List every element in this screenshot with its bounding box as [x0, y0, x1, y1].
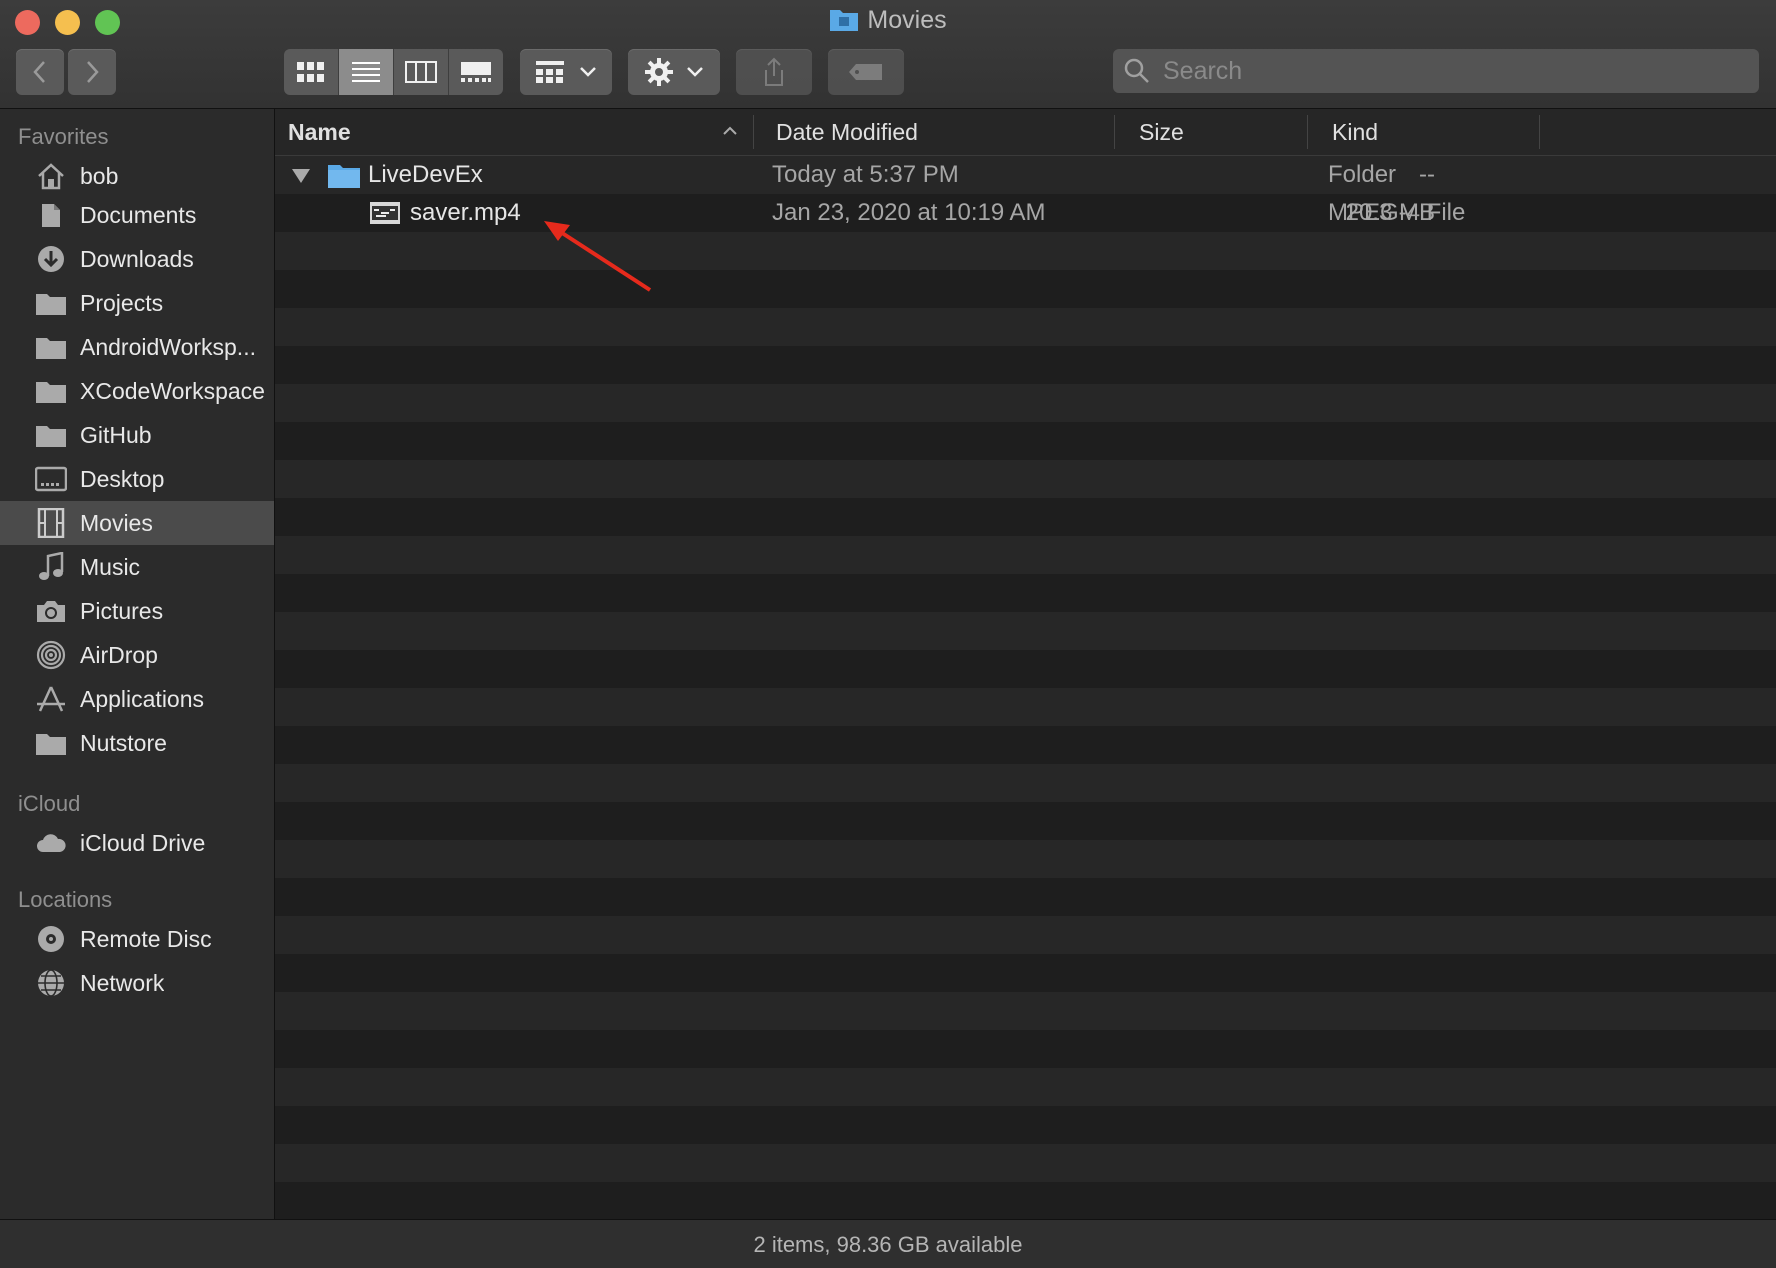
title-toolbar: Movies: [0, 0, 1776, 109]
file-date: Today at 5:37 PM: [772, 161, 959, 188]
file-kind: MPEG-4 File: [1328, 199, 1466, 226]
back-button[interactable]: [16, 49, 64, 95]
share-icon: [765, 57, 783, 86]
cloud-icon: [34, 826, 68, 860]
video-thumbnail-icon: [370, 202, 400, 224]
column-header-row: Name Date Modified Size Kind: [275, 109, 1776, 156]
downloads-icon: [34, 242, 68, 276]
file-list: Name Date Modified Size Kind LiveDevEx T…: [275, 109, 1776, 1219]
sidebar-item-nutstore[interactable]: Nutstore: [0, 721, 274, 765]
sidebar-item-pictures[interactable]: Pictures: [0, 589, 274, 633]
applications-icon: [34, 682, 68, 716]
sidebar-item-icloud-drive[interactable]: iCloud Drive: [0, 821, 274, 865]
chevron-down-icon: [687, 67, 703, 77]
status-bar: 2 items, 98.36 GB available: [0, 1219, 1776, 1268]
file-kind: Folder: [1328, 161, 1397, 188]
search-input[interactable]: [1161, 55, 1745, 87]
column-header-name[interactable]: Name: [288, 109, 351, 155]
sidebar-item-documents[interactable]: Documents: [0, 193, 274, 237]
sidebar-item-remote-disc[interactable]: Remote Disc: [0, 917, 274, 961]
music-icon: [34, 550, 68, 584]
column-header-date[interactable]: Date Modified: [776, 109, 918, 155]
documents-icon: [34, 198, 68, 232]
folder-icon: [34, 418, 68, 452]
folder-icon: [328, 165, 360, 188]
network-icon: [34, 966, 68, 1000]
column-divider[interactable]: [1307, 115, 1308, 149]
sidebar-section-locations: Locations: [18, 887, 113, 912]
column-divider[interactable]: [1539, 115, 1540, 149]
column-header-size[interactable]: Size: [1139, 109, 1184, 155]
list-view-button[interactable]: [339, 49, 394, 95]
sidebar-item-projects[interactable]: Projects: [0, 281, 274, 325]
icon-view-button[interactable]: [284, 49, 339, 95]
view-mode-control: [284, 49, 503, 95]
annotation-arrow-icon: [544, 221, 652, 292]
tag-icon: [849, 64, 882, 80]
action-menu-button[interactable]: [628, 49, 720, 95]
folder-icon: [34, 726, 68, 760]
chevron-left-icon: [33, 61, 45, 83]
home-icon: [34, 159, 68, 193]
chevron-down-icon: [580, 67, 596, 77]
gallery-icon: [461, 62, 491, 82]
icon-grid-icon: [297, 62, 324, 82]
sidebar-item-github[interactable]: GitHub: [0, 413, 274, 457]
sidebar-item-movies[interactable]: Movies: [0, 501, 274, 545]
share-button[interactable]: [736, 49, 812, 95]
column-view-button[interactable]: [394, 49, 449, 95]
group-by-button[interactable]: [520, 49, 612, 95]
folder-icon: [34, 286, 68, 320]
group-grid-icon: [536, 61, 564, 83]
sidebar-section-favorites: Favorites: [18, 124, 109, 149]
window-title-text: Movies: [867, 6, 947, 34]
camera-icon: [34, 594, 68, 628]
sidebar: Favorites bob Documents Downloads Projec…: [0, 109, 275, 1219]
search-field[interactable]: [1113, 49, 1759, 93]
file-name: LiveDevEx: [368, 161, 483, 188]
table-row-saver[interactable]: saver.mp4 Jan 23, 2020 at 10:19 AM 20.3 …: [275, 194, 1776, 232]
column-divider[interactable]: [753, 115, 754, 149]
table-row-livedevex[interactable]: LiveDevEx Today at 5:37 PM -- Folder: [275, 156, 1776, 194]
sort-ascending-icon[interactable]: [722, 126, 738, 136]
sidebar-item-xcodeworkspace[interactable]: XCodeWorkspace: [0, 369, 274, 413]
column-header-kind[interactable]: Kind: [1332, 109, 1378, 155]
search-icon: [1124, 58, 1149, 83]
movies-icon: [34, 506, 68, 540]
tags-button[interactable]: [828, 49, 904, 95]
sidebar-item-downloads[interactable]: Downloads: [0, 237, 274, 281]
gallery-view-button[interactable]: [449, 49, 503, 95]
file-date: Jan 23, 2020 at 10:19 AM: [772, 199, 1046, 226]
column-divider[interactable]: [1114, 115, 1115, 149]
sidebar-item-androidworkspace[interactable]: AndroidWorksp...: [0, 325, 274, 369]
finder-window: Movies Search Favorites bob Documents Do…: [0, 0, 1776, 1268]
disclosure-triangle-icon[interactable]: [291, 168, 311, 184]
airdrop-icon: [34, 638, 68, 672]
movies-folder-icon: [829, 6, 859, 39]
file-name: saver.mp4: [410, 199, 521, 226]
rows-container: LiveDevEx Today at 5:37 PM -- Folder sav…: [275, 156, 1776, 1219]
window-title: Movies: [0, 6, 1776, 39]
sidebar-item-airdrop[interactable]: AirDrop: [0, 633, 274, 677]
sidebar-item-desktop[interactable]: Desktop: [0, 457, 274, 501]
desktop-icon: [34, 462, 68, 496]
disc-icon: [34, 922, 68, 956]
forward-button[interactable]: [68, 49, 116, 95]
chevron-right-icon: [87, 61, 99, 83]
list-lines-icon: [352, 62, 380, 82]
sidebar-item-music[interactable]: Music: [0, 545, 274, 589]
gear-icon: [645, 58, 673, 86]
sidebar-item-applications[interactable]: Applications: [0, 677, 274, 721]
sidebar-item-bob[interactable]: bob: [0, 154, 274, 198]
sidebar-section-icloud: iCloud: [18, 791, 81, 816]
sidebar-item-network[interactable]: Network: [0, 961, 274, 1005]
columns-icon: [405, 61, 437, 83]
folder-icon: [34, 330, 68, 364]
folder-icon: [34, 374, 68, 408]
